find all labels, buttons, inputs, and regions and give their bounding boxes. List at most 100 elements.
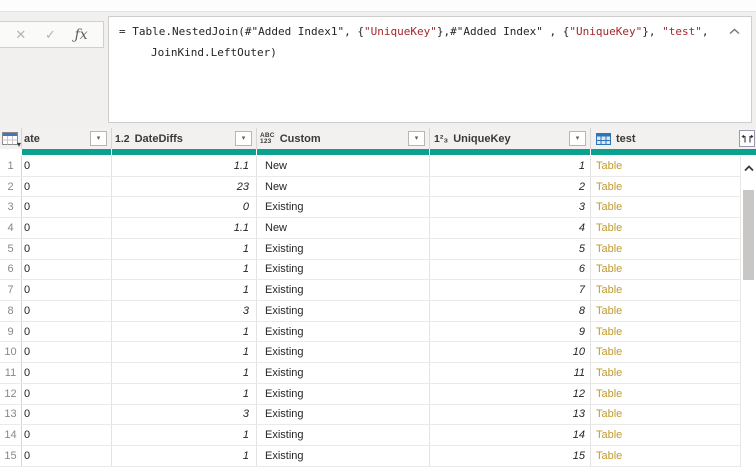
cell-datediffs[interactable]: 1 xyxy=(112,363,257,383)
cell-uniquekey[interactable]: 1 xyxy=(430,156,591,176)
cell-datediffs[interactable]: 1 xyxy=(112,342,257,363)
row-number[interactable]: 15 xyxy=(0,446,22,466)
cell-ate[interactable]: 0 xyxy=(22,425,112,446)
row-number[interactable]: 11 xyxy=(0,363,22,383)
cell-uniquekey[interactable]: 15 xyxy=(430,446,591,466)
cell-uniquekey[interactable]: 9 xyxy=(430,321,591,342)
confirm-formula-button[interactable]: ✓ xyxy=(45,28,56,41)
cell-custom[interactable]: Existing xyxy=(257,301,430,321)
cell-ate[interactable]: 0 xyxy=(22,363,112,383)
cancel-formula-button[interactable]: ✕ xyxy=(15,28,26,41)
cell-test-link[interactable]: Table xyxy=(591,342,756,362)
cell-custom[interactable]: Existing xyxy=(257,342,430,363)
cell-ate[interactable]: 0 xyxy=(22,404,112,425)
row-number[interactable]: 5 xyxy=(0,238,22,259)
cell-ate[interactable]: 0 xyxy=(22,176,112,197)
cell-ate[interactable]: 0 xyxy=(22,280,112,301)
column-header-uniquekey[interactable]: 1²₃ UniqueKey ▾ xyxy=(430,128,591,149)
cell-ate[interactable]: 0 xyxy=(22,259,112,280)
cell-custom[interactable]: Existing xyxy=(257,321,430,342)
cell-datediffs[interactable]: 0 xyxy=(112,197,257,218)
row-number[interactable]: 12 xyxy=(0,383,22,404)
cell-uniquekey[interactable]: 6 xyxy=(430,259,591,280)
cell-datediffs[interactable]: 1 xyxy=(112,238,257,259)
cell-uniquekey[interactable]: 14 xyxy=(430,425,591,446)
cell-custom[interactable]: Existing xyxy=(257,363,430,383)
cell-datediffs[interactable]: 1 xyxy=(112,383,257,404)
cell-custom[interactable]: Existing xyxy=(257,404,430,425)
row-number[interactable]: 9 xyxy=(0,321,22,342)
cell-uniquekey[interactable]: 8 xyxy=(430,301,591,321)
collapse-formula-bar-button[interactable] xyxy=(726,25,742,37)
cell-ate[interactable]: 0 xyxy=(22,197,112,218)
row-number[interactable]: 4 xyxy=(0,218,22,238)
cell-test-link[interactable]: Table xyxy=(591,260,756,280)
cell-custom[interactable]: New xyxy=(257,218,430,238)
cell-ate[interactable]: 0 xyxy=(22,383,112,404)
cell-custom[interactable]: New xyxy=(257,176,430,197)
filter-button[interactable]: ▾ xyxy=(235,131,252,146)
cell-test-link[interactable]: Table xyxy=(591,363,756,383)
cell-datediffs[interactable]: 3 xyxy=(112,404,257,425)
cell-datediffs[interactable]: 1 xyxy=(112,446,257,466)
cell-uniquekey[interactable]: 13 xyxy=(430,404,591,425)
cell-datediffs[interactable]: 1 xyxy=(112,425,257,446)
cell-test-link[interactable]: Table xyxy=(591,156,756,176)
cell-datediffs[interactable]: 1.1 xyxy=(112,156,257,176)
row-number[interactable]: 10 xyxy=(0,342,22,363)
row-number[interactable]: 1 xyxy=(0,156,22,176)
cell-test-link[interactable]: Table xyxy=(591,218,756,238)
cell-test-link[interactable]: Table xyxy=(591,301,756,321)
cell-custom[interactable]: Existing xyxy=(257,383,430,404)
scroll-up-button[interactable] xyxy=(741,161,756,175)
cell-datediffs[interactable]: 3 xyxy=(112,301,257,321)
column-header-datediffs[interactable]: 1.2 DateDiffs ▾ xyxy=(112,128,257,149)
cell-custom[interactable]: Existing xyxy=(257,446,430,466)
expand-column-button[interactable] xyxy=(739,130,755,147)
cell-ate[interactable]: 0 xyxy=(22,156,112,176)
cell-uniquekey[interactable]: 4 xyxy=(430,218,591,238)
cell-ate[interactable]: 0 xyxy=(22,321,112,342)
cell-ate[interactable]: 0 xyxy=(22,342,112,363)
cell-test-link[interactable]: Table xyxy=(591,239,756,259)
cell-test-link[interactable]: Table xyxy=(591,425,756,445)
cell-datediffs[interactable]: 1 xyxy=(112,321,257,342)
scrollbar-thumb[interactable] xyxy=(743,190,754,280)
cell-custom[interactable]: Existing xyxy=(257,425,430,446)
cell-ate[interactable]: 0 xyxy=(22,446,112,466)
column-header-test[interactable]: test xyxy=(591,128,756,149)
select-all-button[interactable]: ▾ xyxy=(0,128,22,149)
cell-uniquekey[interactable]: 2 xyxy=(430,176,591,197)
row-number[interactable]: 14 xyxy=(0,425,22,446)
cell-uniquekey[interactable]: 10 xyxy=(430,342,591,363)
cell-uniquekey[interactable]: 5 xyxy=(430,238,591,259)
row-number[interactable]: 2 xyxy=(0,176,22,197)
cell-test-link[interactable]: Table xyxy=(591,177,756,197)
cell-custom[interactable]: Existing xyxy=(257,259,430,280)
cell-uniquekey[interactable]: 7 xyxy=(430,280,591,301)
cell-custom[interactable]: New xyxy=(257,156,430,176)
cell-test-link[interactable]: Table xyxy=(591,384,756,404)
cell-ate[interactable]: 0 xyxy=(22,238,112,259)
formula-input[interactable]: = Table.NestedJoin(#"Added Index1", {"Un… xyxy=(108,16,752,123)
row-number[interactable]: 7 xyxy=(0,280,22,301)
cell-test-link[interactable]: Table xyxy=(591,197,756,217)
cell-test-link[interactable]: Table xyxy=(591,446,756,466)
row-number[interactable]: 6 xyxy=(0,259,22,280)
cell-uniquekey[interactable]: 12 xyxy=(430,383,591,404)
row-number[interactable]: 8 xyxy=(0,301,22,321)
filter-button[interactable]: ▾ xyxy=(569,131,586,146)
cell-uniquekey[interactable]: 11 xyxy=(430,363,591,383)
cell-test-link[interactable]: Table xyxy=(591,280,756,300)
cell-uniquekey[interactable]: 3 xyxy=(430,197,591,218)
cell-custom[interactable]: Existing xyxy=(257,280,430,301)
cell-custom[interactable]: Existing xyxy=(257,238,430,259)
filter-button[interactable]: ▾ xyxy=(408,131,425,146)
column-header-custom[interactable]: ABC 123 Custom ▾ xyxy=(257,128,430,149)
cell-custom[interactable]: Existing xyxy=(257,197,430,218)
cell-ate[interactable]: 0 xyxy=(22,301,112,321)
vertical-scrollbar[interactable] xyxy=(740,156,756,467)
cell-test-link[interactable]: Table xyxy=(591,322,756,342)
filter-button[interactable]: ▾ xyxy=(90,131,107,146)
cell-datediffs[interactable]: 23 xyxy=(112,176,257,197)
